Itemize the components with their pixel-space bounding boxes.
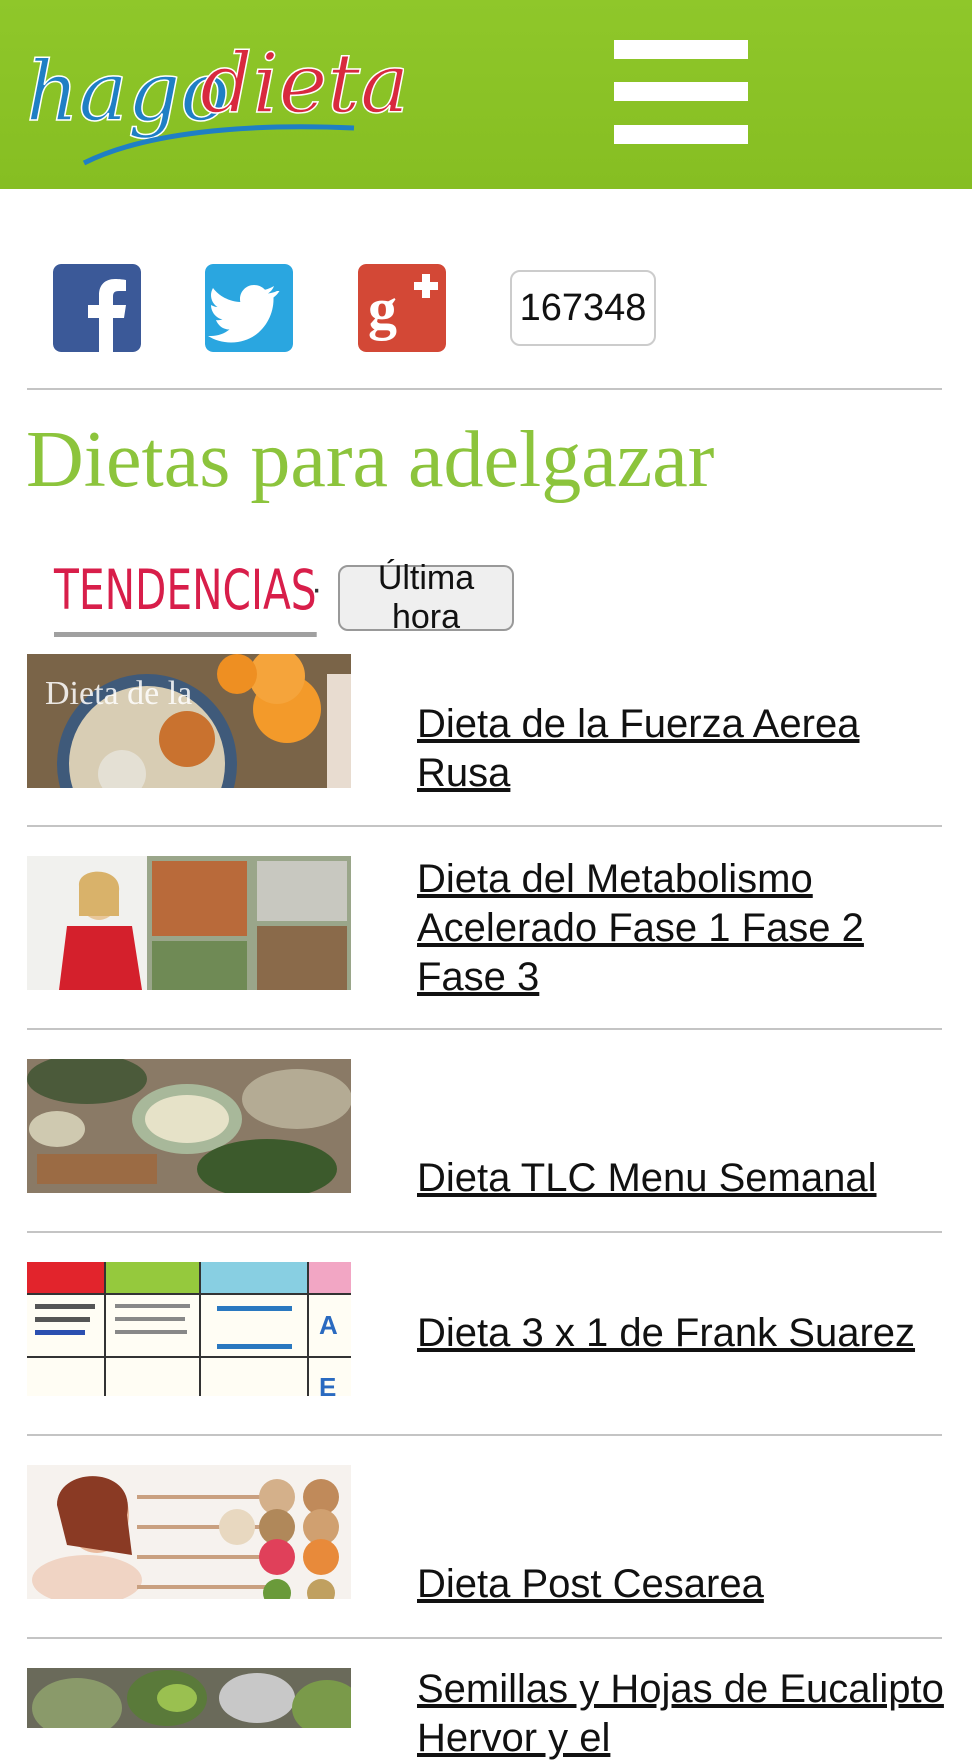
- article-thumbnail[interactable]: [27, 1465, 351, 1599]
- tab-ultima-hora[interactable]: Última hora: [338, 559, 514, 636]
- article-thumbnail[interactable]: [27, 856, 351, 990]
- hamburger-line: [614, 82, 748, 101]
- share-counter: 167348: [510, 270, 656, 346]
- article-link[interactable]: Semillas y Hojas de Eucalipto Hervor y e…: [417, 1665, 947, 1763]
- page-title: Dietas para adelgazar: [26, 416, 715, 504]
- logo-text-dieta: dieta: [200, 37, 404, 132]
- facebook-icon[interactable]: [53, 264, 141, 352]
- article-thumbnail[interactable]: A E: [27, 1262, 351, 1396]
- article-link[interactable]: Dieta 3 x 1 de Frank Suarez: [417, 1309, 947, 1358]
- article-link[interactable]: Dieta de la Fuerza Aerea Rusa: [417, 700, 947, 798]
- article-link[interactable]: Dieta TLC Menu Semanal: [417, 1154, 947, 1203]
- hamburger-line: [614, 40, 748, 59]
- divider: [27, 1637, 942, 1639]
- thumbnail-caption: Dieta de la: [45, 675, 192, 712]
- divider: [27, 388, 942, 390]
- site-logo[interactable]: hago dieta: [24, 18, 404, 178]
- article-link[interactable]: Dieta Post Cesarea: [417, 1560, 947, 1609]
- article-thumbnail[interactable]: [27, 1668, 351, 1728]
- google-plus-icon[interactable]: g: [358, 264, 446, 352]
- divider: [27, 1434, 942, 1436]
- tab-separator: ·: [311, 570, 323, 608]
- tab-tendencias[interactable]: TENDENCIAS: [54, 550, 317, 637]
- article-link[interactable]: Dieta del Metabolismo Acelerado Fase 1 F…: [417, 855, 947, 1002]
- divider: [27, 825, 942, 827]
- hamburger-menu-icon[interactable]: [614, 40, 748, 144]
- svg-text:E: E: [319, 1372, 336, 1396]
- divider: [27, 1028, 942, 1030]
- svg-text:g: g: [368, 276, 397, 341]
- top-header-bar: hago dieta: [0, 0, 972, 189]
- hamburger-line: [614, 125, 748, 144]
- svg-text:A: A: [319, 1310, 338, 1340]
- article-thumbnail[interactable]: Dieta de la: [27, 654, 351, 788]
- twitter-icon[interactable]: [205, 264, 293, 352]
- article-thumbnail[interactable]: [27, 1059, 351, 1193]
- divider: [27, 1231, 942, 1233]
